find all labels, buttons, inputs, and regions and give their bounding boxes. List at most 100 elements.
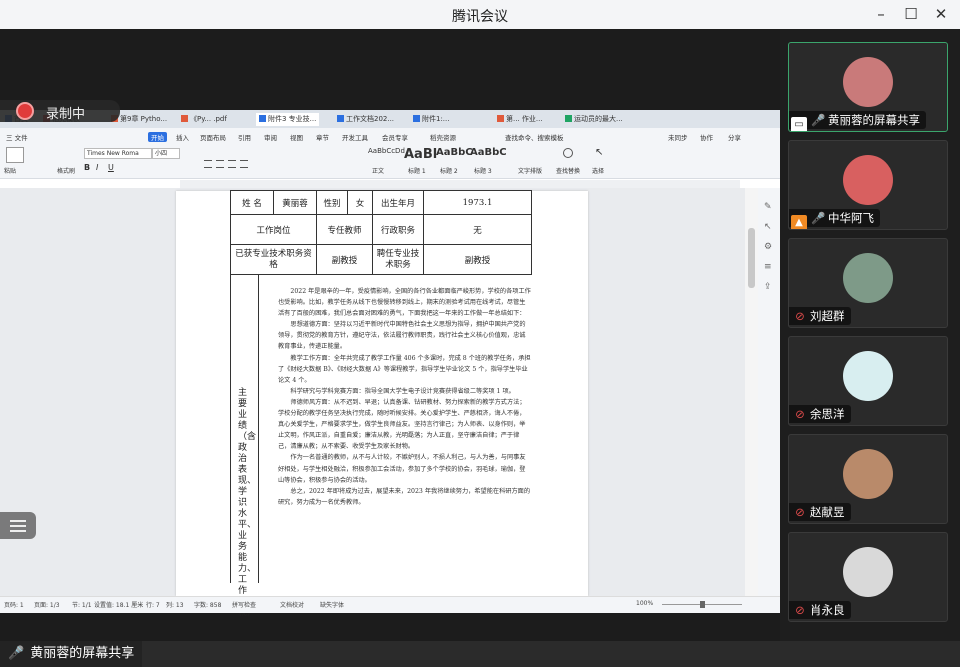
wps-menu-item[interactable]: 审阅 — [264, 132, 277, 142]
edit-icon[interactable]: ✎ — [764, 202, 772, 212]
select-label[interactable]: 选择 — [592, 166, 604, 175]
maximize-button[interactable]: ☐ — [901, 5, 921, 23]
status-page: 页码: 1 — [4, 602, 24, 609]
find-replace-label[interactable]: 查找替换 — [556, 166, 580, 175]
wps-menu-item[interactable]: 会员专享 — [382, 132, 408, 142]
avatar — [843, 449, 893, 499]
gender-value: 女 — [347, 190, 373, 215]
participant-gallery: ▭ 🎤 黄丽蓉的屏幕共享 ▲ 🎤 中华阿飞 ⊘ 刘超群 ⊘ 余思洋 ⊘ 赵献昱 ⊘ 肖永良 — [780, 29, 960, 641]
font-select[interactable]: Times New Roma — [84, 148, 152, 159]
status-col: 列: 13 — [166, 602, 184, 609]
achievements-side-label: 主要业绩（含政治表现、学识水平、业务能力、工作成就） — [238, 388, 257, 618]
wps-menu-item[interactable]: 插入 — [176, 132, 189, 142]
gender-label: 性别 — [316, 190, 348, 215]
paragraph: 教学工作方面：全年共完成了教学工作量 406 个多课时，完成 8 个班的教学任务… — [278, 354, 531, 384]
missing-font[interactable]: 缺失字体 — [320, 600, 344, 609]
wps-menu-item[interactable]: 页面布局 — [200, 132, 226, 142]
wps-tab-label: 第... 作业... — [506, 115, 543, 123]
status-row: 行: 7 — [146, 602, 160, 609]
wps-tab[interactable]: 附件3 专业技... — [256, 113, 320, 126]
participant-tile[interactable]: ⊘ 余思洋 — [788, 336, 948, 426]
wps-tab[interactable]: 工作文档202... — [334, 113, 397, 126]
wps-menu-item[interactable]: 未同步 — [668, 132, 688, 142]
screen-icon: ▭ — [791, 117, 807, 131]
status-words[interactable]: 字数: 858 — [194, 600, 221, 609]
wps-menu-item[interactable]: 三 文件 — [6, 132, 28, 142]
admin-label: 行政职务 — [372, 214, 424, 245]
search-icon[interactable] — [563, 148, 573, 158]
wps-tab-label: 附件1:... — [422, 115, 450, 123]
style-name: 标题 3 — [474, 168, 492, 175]
participant-name: 中华阿飞 — [828, 211, 874, 225]
wps-menu-item[interactable]: 稻壳资源 — [430, 132, 456, 142]
style-name: 正文 — [372, 168, 385, 175]
style-name: 标题 2 — [440, 168, 458, 175]
text-layout-label[interactable]: 文字排版 — [518, 166, 542, 175]
vertical-scrollbar[interactable] — [745, 188, 758, 596]
sheet-icon — [565, 115, 572, 122]
participant-tile[interactable]: ⊘ 刘超群 — [788, 238, 948, 328]
close-button[interactable]: ✕ — [931, 5, 951, 23]
wps-menu-item[interactable]: 引用 — [238, 132, 251, 142]
paragraph: 作为一名普通的教师，从不与人计较，不嫉妒别人，不损人利己，与人为善，与同事友好相… — [278, 454, 526, 484]
share-icon[interactable]: ⇪ — [764, 282, 772, 292]
pdf-icon — [181, 115, 188, 122]
side-toolbar: ✎ ↖ ⚙ ≡ ⇪ — [758, 188, 780, 596]
participant-name: 余思洋 — [810, 407, 845, 421]
participant-tile[interactable]: ⊘ 赵献昱 — [788, 434, 948, 524]
title-bar: 腾讯会议 – ☐ ✕ — [0, 0, 960, 29]
zoom-slider-thumb[interactable] — [700, 601, 705, 608]
participant-tile[interactable]: ▭ 🎤 黄丽蓉的屏幕共享 — [788, 42, 948, 132]
wps-tab[interactable]: 《Py... .pdf — [178, 113, 230, 126]
select-icon[interactable]: ↖ — [764, 222, 772, 232]
window-title: 腾讯会议 — [452, 9, 508, 25]
minimize-button[interactable]: – — [871, 5, 891, 23]
wps-menu-item[interactable]: 开始 — [148, 132, 167, 142]
layers-icon[interactable]: ≡ — [764, 262, 772, 272]
position-value: 专任教师 — [316, 214, 373, 245]
admin-value: 无 — [423, 214, 532, 245]
participant-tile[interactable]: ⊘ 肖永良 — [788, 532, 948, 622]
underline-button[interactable]: U — [108, 163, 114, 172]
settings-icon[interactable]: ⚙ — [764, 242, 772, 252]
floating-menu-button[interactable] — [0, 512, 36, 539]
paragraph-tools[interactable] — [204, 160, 314, 168]
participant-tile[interactable]: ▲ 🎤 中华阿飞 — [788, 140, 948, 230]
birth-label: 出生年月 — [372, 190, 424, 215]
doc-check[interactable]: 文档校对 — [280, 600, 304, 609]
bold-button[interactable]: B — [84, 163, 90, 172]
italic-button[interactable]: I — [96, 163, 98, 172]
font-size-select[interactable]: 小四 — [152, 148, 180, 159]
wps-tab[interactable]: 运动员的最大... — [562, 113, 626, 126]
spell-check[interactable]: 拼写检查 — [232, 600, 256, 609]
wps-menu-item[interactable]: 查找命令、搜索模板 — [505, 132, 564, 142]
wps-tab[interactable]: 附件1:... — [410, 113, 453, 126]
paste-icon[interactable] — [6, 147, 24, 163]
wps-tab-label: 附件3 专业技... — [268, 115, 317, 123]
zoom-level: 100% — [636, 600, 654, 607]
style-preview[interactable]: AaBl — [404, 147, 437, 162]
word-icon — [259, 115, 266, 122]
avatar — [843, 547, 893, 597]
word-icon — [337, 115, 344, 122]
wps-menu-item[interactable]: 视图 — [290, 132, 303, 142]
style-preview[interactable]: AaBbC — [470, 147, 507, 158]
microphone-icon: 🎤 — [811, 211, 826, 225]
style-preview[interactable]: AaBbC — [436, 147, 473, 158]
wps-menu-item[interactable]: 协作 — [700, 132, 713, 142]
wps-menu-item[interactable]: 开发工具 — [342, 132, 368, 142]
table-left-border — [230, 275, 231, 583]
wps-tab[interactable]: 第... 作业... — [494, 113, 546, 126]
style-preview[interactable]: AaBbCcDd — [368, 147, 405, 155]
cursor-icon[interactable]: ↖ — [595, 147, 603, 158]
pdf-icon — [497, 115, 504, 122]
wps-menu-item[interactable]: 章节 — [316, 132, 329, 142]
presenter-name: 黄丽蓉的屏幕共享 — [30, 646, 135, 661]
mic-muted-icon: ⊘ — [795, 505, 805, 519]
format-brush-label[interactable]: 格式刷 — [57, 166, 75, 175]
wps-menu-item[interactable]: 分享 — [728, 132, 741, 142]
paste-label: 粘贴 — [4, 168, 17, 175]
participant-name-bar: ⊘ 赵献昱 — [789, 503, 851, 521]
status-section: 节: 1/1 — [72, 602, 92, 609]
name-label: 姓 名 — [230, 190, 274, 215]
